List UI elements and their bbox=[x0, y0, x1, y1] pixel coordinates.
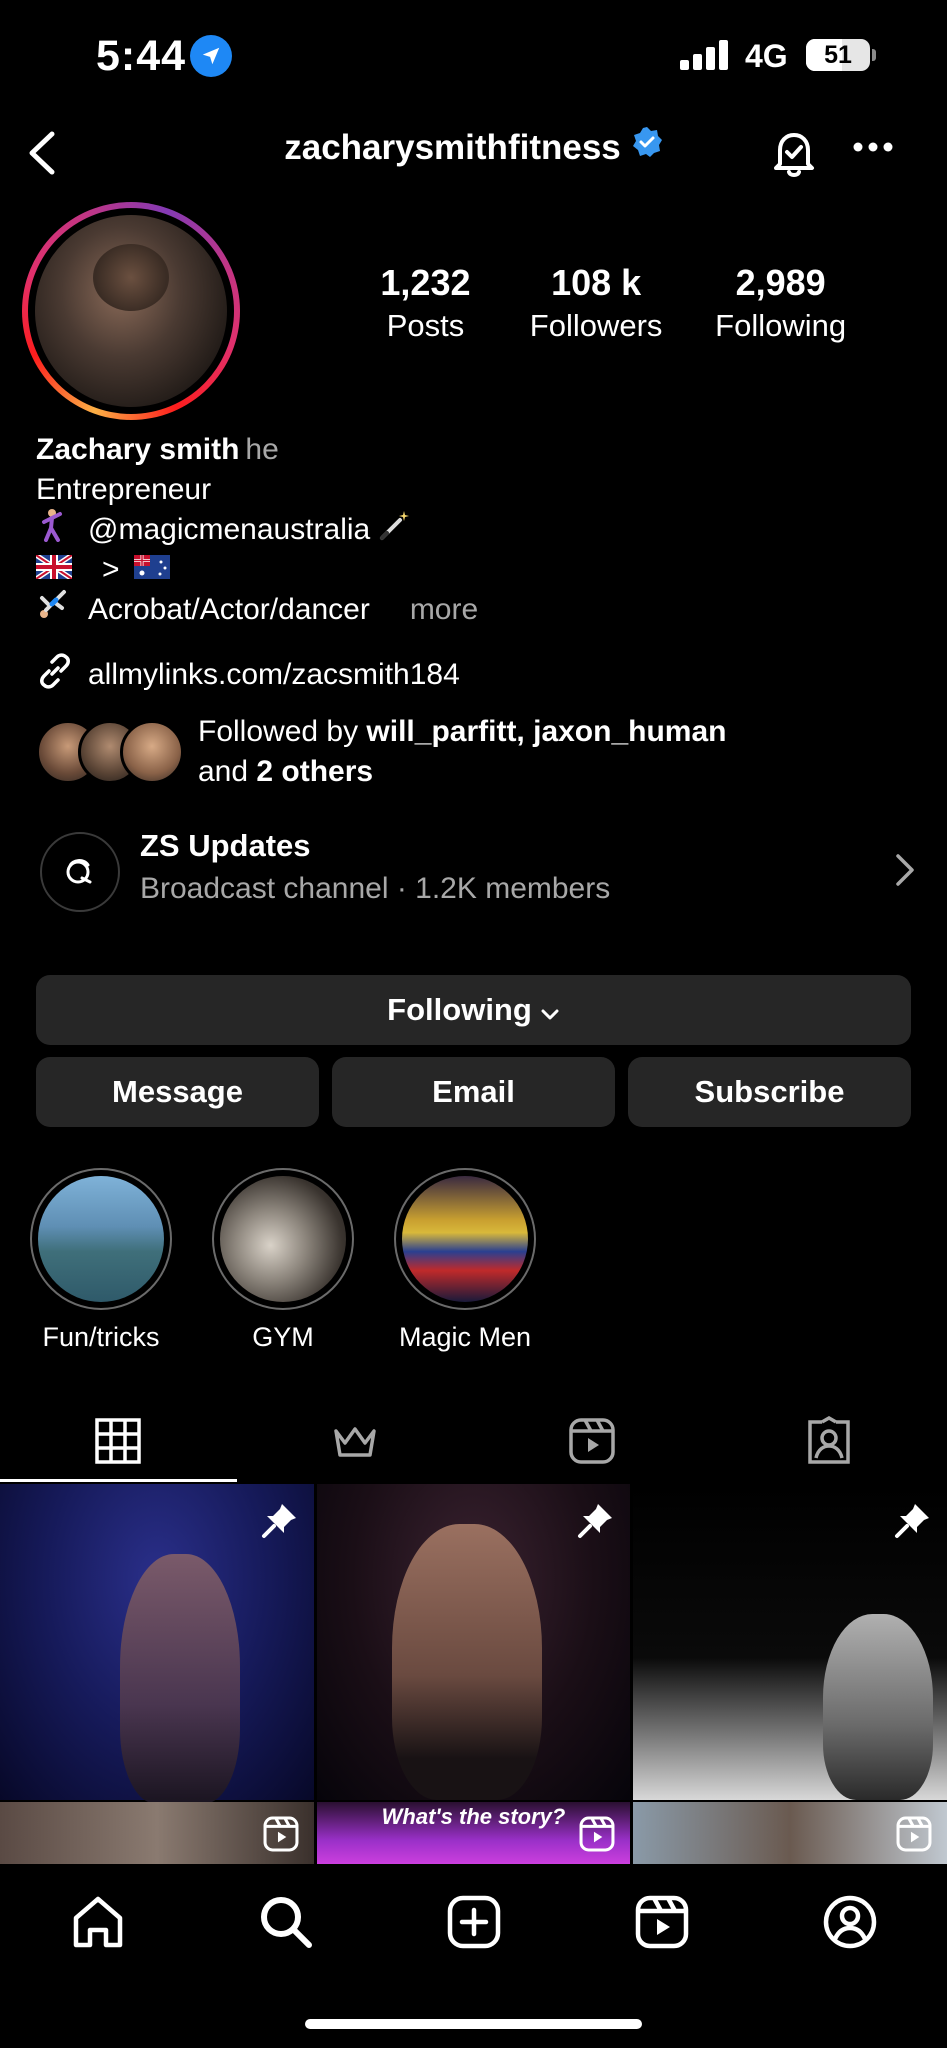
bio-mention-link[interactable]: @magicmenaustralia bbox=[88, 510, 370, 550]
bio-arrow-text: > bbox=[102, 553, 120, 586]
followed-by-text: Followed by will_parfitt, jaxon_human an… bbox=[198, 712, 726, 792]
username-text: zacharysmithfitness bbox=[284, 128, 621, 167]
magic-wand-icon bbox=[378, 508, 412, 553]
message-button[interactable]: Message bbox=[36, 1057, 319, 1127]
link-icon bbox=[36, 652, 74, 698]
plus-square-icon bbox=[447, 1895, 501, 1949]
reels-icon bbox=[569, 1418, 615, 1464]
pin-icon bbox=[576, 1500, 616, 1545]
tab-posts-grid[interactable] bbox=[0, 1400, 237, 1482]
chevron-right-icon bbox=[894, 852, 916, 893]
highlight-label: Fun/tricks bbox=[42, 1322, 160, 1352]
dancer-emoji-icon bbox=[36, 508, 74, 553]
nav-reels[interactable] bbox=[632, 1892, 692, 1952]
profile-link[interactable]: allmylinks.com/zacsmith184 bbox=[36, 652, 460, 698]
bio-more-link[interactable]: more bbox=[410, 590, 478, 630]
story-highlight[interactable]: Fun/tricks bbox=[30, 1168, 172, 1353]
stat-posts[interactable]: 1,232 Posts bbox=[360, 262, 491, 344]
australia-flag-icon bbox=[133, 550, 170, 590]
more-options-icon[interactable] bbox=[853, 140, 893, 158]
followers-count: 108 k bbox=[551, 262, 642, 303]
followed-by[interactable]: Followed by will_parfitt, jaxon_human an… bbox=[36, 712, 726, 792]
nav-home[interactable] bbox=[68, 1892, 128, 1952]
following-count: 2,989 bbox=[735, 262, 826, 303]
bio-occupation: Acrobat/Actor/dancer bbox=[88, 593, 370, 626]
reel-icon bbox=[895, 1815, 933, 1858]
broadcast-subtitle: Broadcast channel · 1.2K members bbox=[140, 872, 611, 905]
posts-label: Posts bbox=[386, 308, 465, 343]
battery-level: 51 bbox=[824, 40, 852, 69]
highlight-cover bbox=[38, 1176, 164, 1302]
reels-icon bbox=[635, 1895, 689, 1949]
following-button-label: Following bbox=[387, 992, 532, 1027]
bio-category: Entrepreneur bbox=[36, 473, 212, 506]
pronouns: he bbox=[245, 433, 279, 466]
followed-by-prefix: Followed by bbox=[198, 715, 367, 748]
reel-icon bbox=[578, 1815, 616, 1858]
followed-by-others: 2 others bbox=[256, 755, 374, 788]
location-arrow-icon bbox=[190, 35, 232, 77]
avatar-photo bbox=[35, 215, 227, 407]
status-bar: 5:44 4G 51 bbox=[0, 0, 947, 112]
broadcast-channel-icon bbox=[40, 832, 120, 912]
pin-icon bbox=[260, 1500, 300, 1545]
tab-reels[interactable] bbox=[474, 1400, 711, 1482]
acrobat-emoji-icon bbox=[36, 588, 74, 633]
battery-icon: 51 bbox=[806, 39, 870, 71]
profile-stats: 1,232 Posts 108 k Followers 2,989 Follow… bbox=[360, 262, 860, 344]
email-button[interactable]: Email bbox=[332, 1057, 615, 1127]
mutual-avatar bbox=[120, 720, 184, 784]
following-label: Following bbox=[715, 308, 847, 343]
tagged-person-icon bbox=[807, 1416, 850, 1464]
posts-count: 1,232 bbox=[380, 262, 471, 303]
search-icon bbox=[261, 1897, 312, 1948]
network-type: 4G bbox=[745, 38, 788, 74]
verified-badge-icon bbox=[631, 126, 663, 167]
bottom-navigation bbox=[0, 1864, 947, 2048]
mutual-followers-avatars bbox=[36, 720, 186, 784]
profile-tabs bbox=[0, 1400, 947, 1482]
tab-subscriptions[interactable] bbox=[237, 1400, 474, 1482]
battery-tip bbox=[872, 49, 876, 61]
story-highlight[interactable]: GYM bbox=[212, 1168, 354, 1353]
highlight-cover bbox=[220, 1176, 346, 1302]
crown-icon bbox=[334, 1427, 376, 1457]
broadcast-title: ZS Updates bbox=[140, 828, 311, 863]
profile-avatar-icon bbox=[823, 1895, 877, 1949]
pin-icon bbox=[893, 1500, 933, 1545]
highlight-label: Magic Men bbox=[398, 1322, 532, 1352]
following-button[interactable]: Following bbox=[36, 975, 911, 1045]
status-time: 5:44 bbox=[96, 32, 187, 80]
profile-avatar[interactable] bbox=[22, 202, 240, 420]
followers-label: Followers bbox=[529, 308, 663, 343]
broadcast-channel[interactable]: ZS Updates Broadcast channel · 1.2K memb… bbox=[36, 822, 916, 922]
post-thumbnail[interactable] bbox=[0, 1484, 314, 1864]
chevron-down-icon bbox=[540, 994, 560, 1030]
profile-bio: Zachary smith he Entrepreneur @magicmenau… bbox=[34, 430, 478, 633]
home-icon bbox=[73, 1896, 123, 1948]
reel-icon bbox=[262, 1815, 300, 1858]
posts-grid: What's the story? bbox=[0, 1484, 947, 1864]
nav-create[interactable] bbox=[444, 1892, 504, 1952]
subscribe-button[interactable]: Subscribe bbox=[628, 1057, 911, 1127]
nav-search[interactable] bbox=[256, 1892, 316, 1952]
post-thumbnail[interactable]: What's the story? bbox=[316, 1484, 631, 1864]
highlight-label: GYM bbox=[252, 1322, 314, 1352]
followed-by-users: will_parfitt, jaxon_human bbox=[366, 715, 727, 748]
grid-icon bbox=[95, 1418, 142, 1464]
notification-bell-button[interactable] bbox=[766, 126, 822, 187]
nav-profile[interactable] bbox=[820, 1892, 880, 1952]
stat-following[interactable]: 2,989 Following bbox=[701, 262, 860, 344]
tab-tagged[interactable] bbox=[710, 1400, 947, 1482]
cellular-signal-icon bbox=[680, 40, 734, 75]
post-thumbnail[interactable] bbox=[633, 1484, 947, 1864]
profile-link-text: allmylinks.com/zacsmith184 bbox=[88, 658, 460, 691]
followed-by-and: and bbox=[198, 755, 257, 788]
home-indicator bbox=[305, 2019, 642, 2029]
uk-flag-icon bbox=[34, 550, 74, 590]
stat-followers[interactable]: 108 k Followers bbox=[497, 262, 695, 344]
story-highlight[interactable]: Magic Men bbox=[394, 1168, 536, 1353]
highlight-cover bbox=[402, 1176, 528, 1302]
display-name: Zachary smith bbox=[36, 433, 240, 466]
